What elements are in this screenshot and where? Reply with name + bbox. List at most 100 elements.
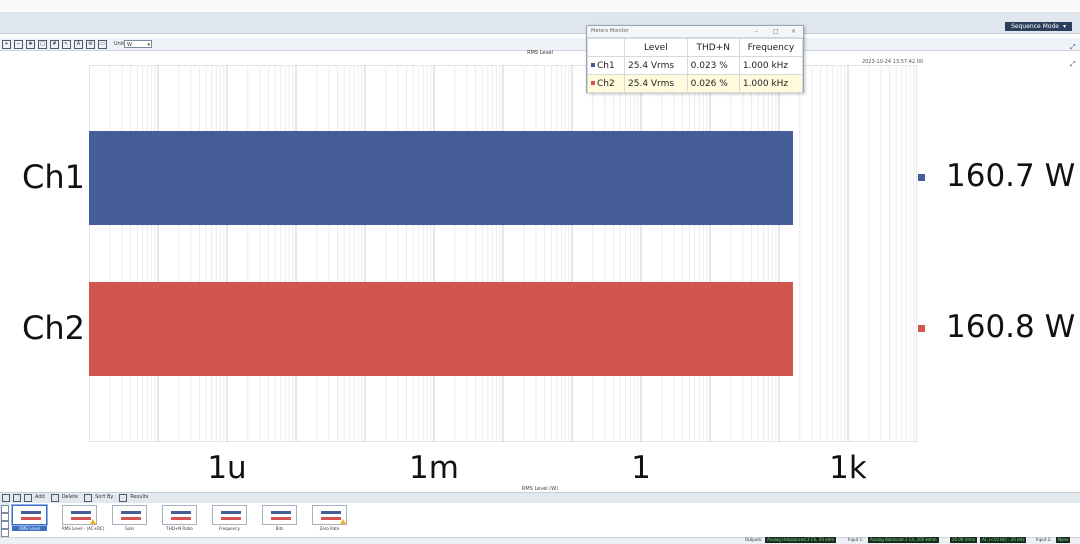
sequence-mode-button[interactable]: Sequence Mode ▾ (1005, 22, 1072, 31)
thumbnail-label: Frequency (219, 526, 240, 531)
results-icon[interactable] (119, 494, 128, 502)
panel-icon[interactable] (13, 494, 21, 502)
frequency-cell: 1.000 kHz (738, 74, 804, 93)
table-header-row: Level THD+N Frequency (587, 38, 804, 57)
value-label-ch1: 160.7 W (946, 158, 1076, 194)
result-thumbnail[interactable]: THD+N Ratio (162, 505, 197, 531)
delete-button[interactable]: Delete (62, 494, 78, 501)
channel-color-icon (591, 63, 595, 67)
thumbnail-bar (71, 517, 91, 520)
level-cell: 25.4 Vrms (624, 56, 688, 75)
unit-value: W (127, 42, 132, 48)
x-tick-label: 1k (829, 450, 867, 486)
range-value[interactable]: 20.00 Vrms (950, 537, 978, 543)
thumbnail-bar (321, 511, 341, 514)
sequence-mode-label: Sequence Mode (1011, 23, 1059, 30)
pan-icon[interactable]: ✥ (26, 40, 35, 49)
side-button-icon[interactable] (1, 521, 9, 529)
collapse-icon[interactable] (2, 494, 10, 502)
column-header: Frequency (738, 38, 804, 57)
monitor-table: Level THD+N Frequency Ch1 25.4 Vrms 0.02… (587, 38, 804, 93)
thumbnail-preview (212, 505, 247, 525)
thumbnail-bar (71, 511, 91, 514)
sort-icon[interactable] (84, 494, 93, 502)
column-header (587, 38, 625, 57)
input2-value[interactable]: None (1056, 537, 1071, 543)
monitor-title-bar[interactable]: Meters Monitor – □ × (587, 26, 803, 38)
results-tools: Add Delete Sort By Results (0, 493, 152, 502)
thumbnail-label: RMS Level (12, 526, 47, 531)
maximize-icon[interactable]: □ (773, 26, 779, 37)
zoom-icon[interactable]: + (2, 40, 11, 49)
input1-label: Input 1: (848, 537, 864, 542)
close-icon[interactable]: × (791, 26, 796, 37)
settings-icon[interactable]: ⚙ (86, 40, 95, 49)
side-button-icon[interactable] (1, 505, 9, 513)
zoom-out-icon[interactable]: − (14, 40, 23, 49)
column-header: Level (624, 38, 688, 57)
unit-label: Unit (114, 41, 125, 47)
sort-by-button[interactable]: Sort By (95, 494, 113, 501)
outputs-value[interactable]: Analog Unbalanced 2 Ch, 50 ohm (765, 537, 837, 543)
side-button-icon[interactable] (1, 513, 9, 521)
table-row: Ch1 25.4 Vrms 0.023 % 1.000 kHz (587, 56, 804, 75)
result-thumbnail[interactable]: Zero Rate (312, 505, 347, 531)
grid-icon[interactable]: # (50, 40, 59, 49)
category-label-ch2: Ch2 (22, 309, 85, 347)
side-button-icon[interactable] (1, 529, 9, 537)
thdn-cell: 0.023 % (686, 56, 740, 75)
thumbnail-bar (171, 517, 191, 520)
thumbnail-preview (262, 505, 297, 525)
coupling-value[interactable]: AC (<10 Hz) - 20 kHz (980, 537, 1027, 543)
monitor-title: Meters Monitor (591, 28, 629, 34)
thumbnail-label: Gain (124, 526, 135, 531)
minimize-icon[interactable]: – (755, 26, 758, 37)
cursor-icon[interactable]: ↖ (62, 40, 71, 49)
result-thumbnail[interactable]: RMS Level (12, 505, 47, 531)
warning-icon (340, 519, 346, 524)
graph-title: RMS Level (527, 50, 553, 56)
input1-value[interactable]: Analog Balanced 2 Ch, 200 kohm (868, 537, 939, 543)
fit-icon[interactable]: □ (38, 40, 47, 49)
copy-icon[interactable]: ▭ (98, 40, 107, 49)
channel-name: Ch2 (597, 78, 615, 89)
thumbnail-label: Zero Rate (319, 526, 340, 531)
result-thumbnail[interactable]: Gain (112, 505, 147, 531)
unit-select[interactable]: W ▾ (124, 40, 152, 48)
thumbnail-bar (271, 517, 291, 520)
thumbnail-bar (121, 511, 141, 514)
channel-color-icon (591, 81, 595, 85)
text-icon[interactable]: A (74, 40, 83, 49)
x-tick-label: 1m (409, 450, 459, 486)
thumbnail-preview (312, 505, 347, 525)
result-thumbnail[interactable]: RMS Level - (AC+DC) (62, 505, 104, 531)
frequency-cell: 1.000 kHz (738, 56, 804, 75)
meters-monitor-window[interactable]: Meters Monitor – □ × Level THD+N Frequen… (586, 25, 804, 93)
value-label-ch2: 160.8 W (946, 309, 1076, 345)
level-cell: 25.4 Vrms (624, 74, 688, 93)
expand-graph-icon[interactable]: ⤢ (1070, 60, 1076, 69)
result-thumbnails: RMS Level RMS Level - (AC+DC) Gain THD+N Ra… (12, 505, 412, 535)
result-thumbnail[interactable]: Frequency (212, 505, 247, 531)
thumbnail-label: THD+N Ratio (166, 526, 193, 531)
channel-name: Ch1 (597, 60, 615, 71)
thumbnail-bar (221, 517, 241, 520)
result-thumbnail[interactable]: Bits (262, 505, 297, 531)
x-tick-label: 1 (631, 450, 651, 486)
delete-icon[interactable] (50, 494, 59, 502)
thumbnail-bar (121, 517, 141, 520)
legend-marker-ch1 (918, 174, 925, 181)
category-label-ch1: Ch1 (22, 158, 85, 196)
thumbnail-preview (62, 505, 97, 525)
column-header: THD+N (686, 38, 740, 57)
add-icon[interactable] (24, 494, 32, 502)
table-row: Ch2 25.4 Vrms 0.026 % 1.000 kHz (587, 74, 804, 93)
add-button[interactable]: Add (35, 494, 45, 501)
legend-marker-ch2 (918, 325, 925, 332)
thumbnail-bar (171, 511, 191, 514)
thumbnail-preview (162, 505, 197, 525)
chevron-down-icon: ▾ (147, 42, 150, 48)
thumbnail-preview (112, 505, 147, 525)
results-button[interactable]: Results (130, 494, 148, 501)
thumbnail-bar (321, 517, 341, 520)
